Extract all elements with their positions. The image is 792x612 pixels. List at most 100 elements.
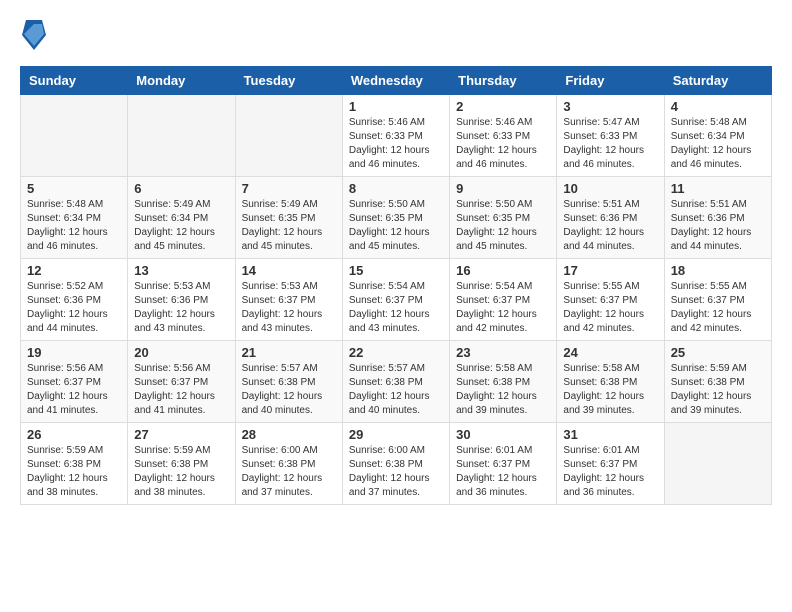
calendar-cell: 4 Sunrise: 5:48 AM Sunset: 6:34 PM Daylig… xyxy=(664,95,771,177)
day-number: 6 xyxy=(134,181,228,196)
day-info: Sunrise: 6:01 AM Sunset: 6:37 PM Dayligh… xyxy=(456,444,550,500)
day-info: Sunrise: 5:48 AM Sunset: 6:34 PM Dayligh… xyxy=(671,116,765,172)
calendar-cell: 11 Sunrise: 5:51 AM Sunset: 6:36 PM Dayli… xyxy=(664,177,771,259)
calendar-cell: 5 Sunrise: 5:48 AM Sunset: 6:34 PM Daylig… xyxy=(21,177,128,259)
day-number: 20 xyxy=(134,345,228,360)
day-number: 14 xyxy=(242,263,336,278)
day-number: 4 xyxy=(671,99,765,114)
logo-icon xyxy=(22,20,46,50)
calendar-cell xyxy=(235,95,342,177)
day-of-week-header: Saturday xyxy=(664,67,771,95)
day-of-week-header: Monday xyxy=(128,67,235,95)
day-number: 3 xyxy=(563,99,657,114)
day-info: Sunrise: 6:00 AM Sunset: 6:38 PM Dayligh… xyxy=(349,444,443,500)
day-info: Sunrise: 5:46 AM Sunset: 6:33 PM Dayligh… xyxy=(456,116,550,172)
day-info: Sunrise: 5:50 AM Sunset: 6:35 PM Dayligh… xyxy=(349,198,443,254)
day-info: Sunrise: 5:53 AM Sunset: 6:36 PM Dayligh… xyxy=(134,280,228,336)
day-number: 31 xyxy=(563,427,657,442)
day-info: Sunrise: 5:57 AM Sunset: 6:38 PM Dayligh… xyxy=(349,362,443,418)
day-number: 21 xyxy=(242,345,336,360)
calendar-cell: 19 Sunrise: 5:56 AM Sunset: 6:37 PM Dayli… xyxy=(21,341,128,423)
calendar-header-row: SundayMondayTuesdayWednesdayThursdayFrid… xyxy=(21,67,772,95)
day-number: 25 xyxy=(671,345,765,360)
day-number: 7 xyxy=(242,181,336,196)
calendar-cell: 9Sunrise: 5:50 AM Sunset: 6:35 PM Daylig… xyxy=(450,177,557,259)
day-number: 22 xyxy=(349,345,443,360)
day-number: 27 xyxy=(134,427,228,442)
calendar-cell xyxy=(128,95,235,177)
day-of-week-header: Sunday xyxy=(21,67,128,95)
calendar-cell: 24 Sunrise: 5:58 AM Sunset: 6:38 PM Dayli… xyxy=(557,341,664,423)
day-number: 23 xyxy=(456,345,550,360)
calendar-cell: 1 Sunrise: 5:46 AM Sunset: 6:33 PM Daylig… xyxy=(342,95,449,177)
day-info: Sunrise: 5:58 AM Sunset: 6:38 PM Dayligh… xyxy=(563,362,657,418)
calendar-cell: 7 Sunrise: 5:49 AM Sunset: 6:35 PM Daylig… xyxy=(235,177,342,259)
calendar-cell: 8 Sunrise: 5:50 AM Sunset: 6:35 PM Daylig… xyxy=(342,177,449,259)
day-info: Sunrise: 5:59 AM Sunset: 6:38 PM Dayligh… xyxy=(134,444,228,500)
page-header xyxy=(20,20,772,50)
day-number: 30 xyxy=(456,427,550,442)
calendar-week-row: 12 Sunrise: 5:52 AM Sunset: 6:36 PM Dayli… xyxy=(21,259,772,341)
day-info: Sunrise: 5:57 AM Sunset: 6:38 PM Dayligh… xyxy=(242,362,336,418)
day-info: Sunrise: 5:51 AM Sunset: 6:36 PM Dayligh… xyxy=(563,198,657,254)
day-number: 5 xyxy=(27,181,121,196)
calendar-cell: 6 Sunrise: 5:49 AM Sunset: 6:34 PM Daylig… xyxy=(128,177,235,259)
day-number: 29 xyxy=(349,427,443,442)
calendar-cell: 2 Sunrise: 5:46 AM Sunset: 6:33 PM Daylig… xyxy=(450,95,557,177)
day-info: Sunrise: 5:58 AM Sunset: 6:38 PM Dayligh… xyxy=(456,362,550,418)
day-number: 10 xyxy=(563,181,657,196)
calendar-cell: 13 Sunrise: 5:53 AM Sunset: 6:36 PM Dayli… xyxy=(128,259,235,341)
calendar-cell: 23 Sunrise: 5:58 AM Sunset: 6:38 PM Dayli… xyxy=(450,341,557,423)
calendar-cell xyxy=(664,423,771,505)
calendar-cell: 15 Sunrise: 5:54 AM Sunset: 6:37 PM Dayli… xyxy=(342,259,449,341)
calendar-cell: 12 Sunrise: 5:52 AM Sunset: 6:36 PM Dayli… xyxy=(21,259,128,341)
day-number: 9 xyxy=(456,181,550,196)
day-number: 13 xyxy=(134,263,228,278)
calendar-cell: 30 Sunrise: 6:01 AM Sunset: 6:37 PM Dayli… xyxy=(450,423,557,505)
calendar-cell: 31 Sunrise: 6:01 AM Sunset: 6:37 PM Dayli… xyxy=(557,423,664,505)
calendar-cell: 22 Sunrise: 5:57 AM Sunset: 6:38 PM Dayli… xyxy=(342,341,449,423)
day-info: Sunrise: 5:49 AM Sunset: 6:34 PM Dayligh… xyxy=(134,198,228,254)
calendar-cell: 29 Sunrise: 6:00 AM Sunset: 6:38 PM Dayli… xyxy=(342,423,449,505)
day-number: 12 xyxy=(27,263,121,278)
calendar-cell: 14 Sunrise: 5:53 AM Sunset: 6:37 PM Dayli… xyxy=(235,259,342,341)
day-number: 24 xyxy=(563,345,657,360)
day-number: 17 xyxy=(563,263,657,278)
calendar-table: SundayMondayTuesdayWednesdayThursdayFrid… xyxy=(20,66,772,505)
day-of-week-header: Wednesday xyxy=(342,67,449,95)
day-info: Sunrise: 5:53 AM Sunset: 6:37 PM Dayligh… xyxy=(242,280,336,336)
day-info: Sunrise: 5:56 AM Sunset: 6:37 PM Dayligh… xyxy=(134,362,228,418)
calendar-week-row: 19 Sunrise: 5:56 AM Sunset: 6:37 PM Dayli… xyxy=(21,341,772,423)
day-number: 16 xyxy=(456,263,550,278)
day-info: Sunrise: 5:51 AM Sunset: 6:36 PM Dayligh… xyxy=(671,198,765,254)
day-info: Sunrise: 5:52 AM Sunset: 6:36 PM Dayligh… xyxy=(27,280,121,336)
day-number: 19 xyxy=(27,345,121,360)
day-info: Sunrise: 6:01 AM Sunset: 6:37 PM Dayligh… xyxy=(563,444,657,500)
day-info: Sunrise: 5:59 AM Sunset: 6:38 PM Dayligh… xyxy=(671,362,765,418)
calendar-cell: 28Sunrise: 6:00 AM Sunset: 6:38 PM Dayli… xyxy=(235,423,342,505)
day-info: Sunrise: 5:55 AM Sunset: 6:37 PM Dayligh… xyxy=(563,280,657,336)
calendar-cell: 17 Sunrise: 5:55 AM Sunset: 6:37 PM Dayli… xyxy=(557,259,664,341)
day-info: Sunrise: 5:46 AM Sunset: 6:33 PM Dayligh… xyxy=(349,116,443,172)
day-number: 15 xyxy=(349,263,443,278)
day-info: Sunrise: 5:54 AM Sunset: 6:37 PM Dayligh… xyxy=(456,280,550,336)
day-of-week-header: Thursday xyxy=(450,67,557,95)
day-info: Sunrise: 5:47 AM Sunset: 6:33 PM Dayligh… xyxy=(563,116,657,172)
day-info: Sunrise: 5:49 AM Sunset: 6:35 PM Dayligh… xyxy=(242,198,336,254)
day-number: 11 xyxy=(671,181,765,196)
calendar-cell: 20 Sunrise: 5:56 AM Sunset: 6:37 PM Dayli… xyxy=(128,341,235,423)
day-info: Sunrise: 5:55 AM Sunset: 6:37 PM Dayligh… xyxy=(671,280,765,336)
calendar-cell: 3 Sunrise: 5:47 AM Sunset: 6:33 PM Daylig… xyxy=(557,95,664,177)
day-info: Sunrise: 5:56 AM Sunset: 6:37 PM Dayligh… xyxy=(27,362,121,418)
day-number: 8 xyxy=(349,181,443,196)
day-of-week-header: Tuesday xyxy=(235,67,342,95)
calendar-cell: 26Sunrise: 5:59 AM Sunset: 6:38 PM Dayli… xyxy=(21,423,128,505)
day-number: 1 xyxy=(349,99,443,114)
calendar-cell: 18Sunrise: 5:55 AM Sunset: 6:37 PM Dayli… xyxy=(664,259,771,341)
calendar-cell xyxy=(21,95,128,177)
day-info: Sunrise: 5:54 AM Sunset: 6:37 PM Dayligh… xyxy=(349,280,443,336)
day-info: Sunrise: 5:48 AM Sunset: 6:34 PM Dayligh… xyxy=(27,198,121,254)
calendar-cell: 16 Sunrise: 5:54 AM Sunset: 6:37 PM Dayli… xyxy=(450,259,557,341)
day-number: 2 xyxy=(456,99,550,114)
logo xyxy=(20,20,46,50)
